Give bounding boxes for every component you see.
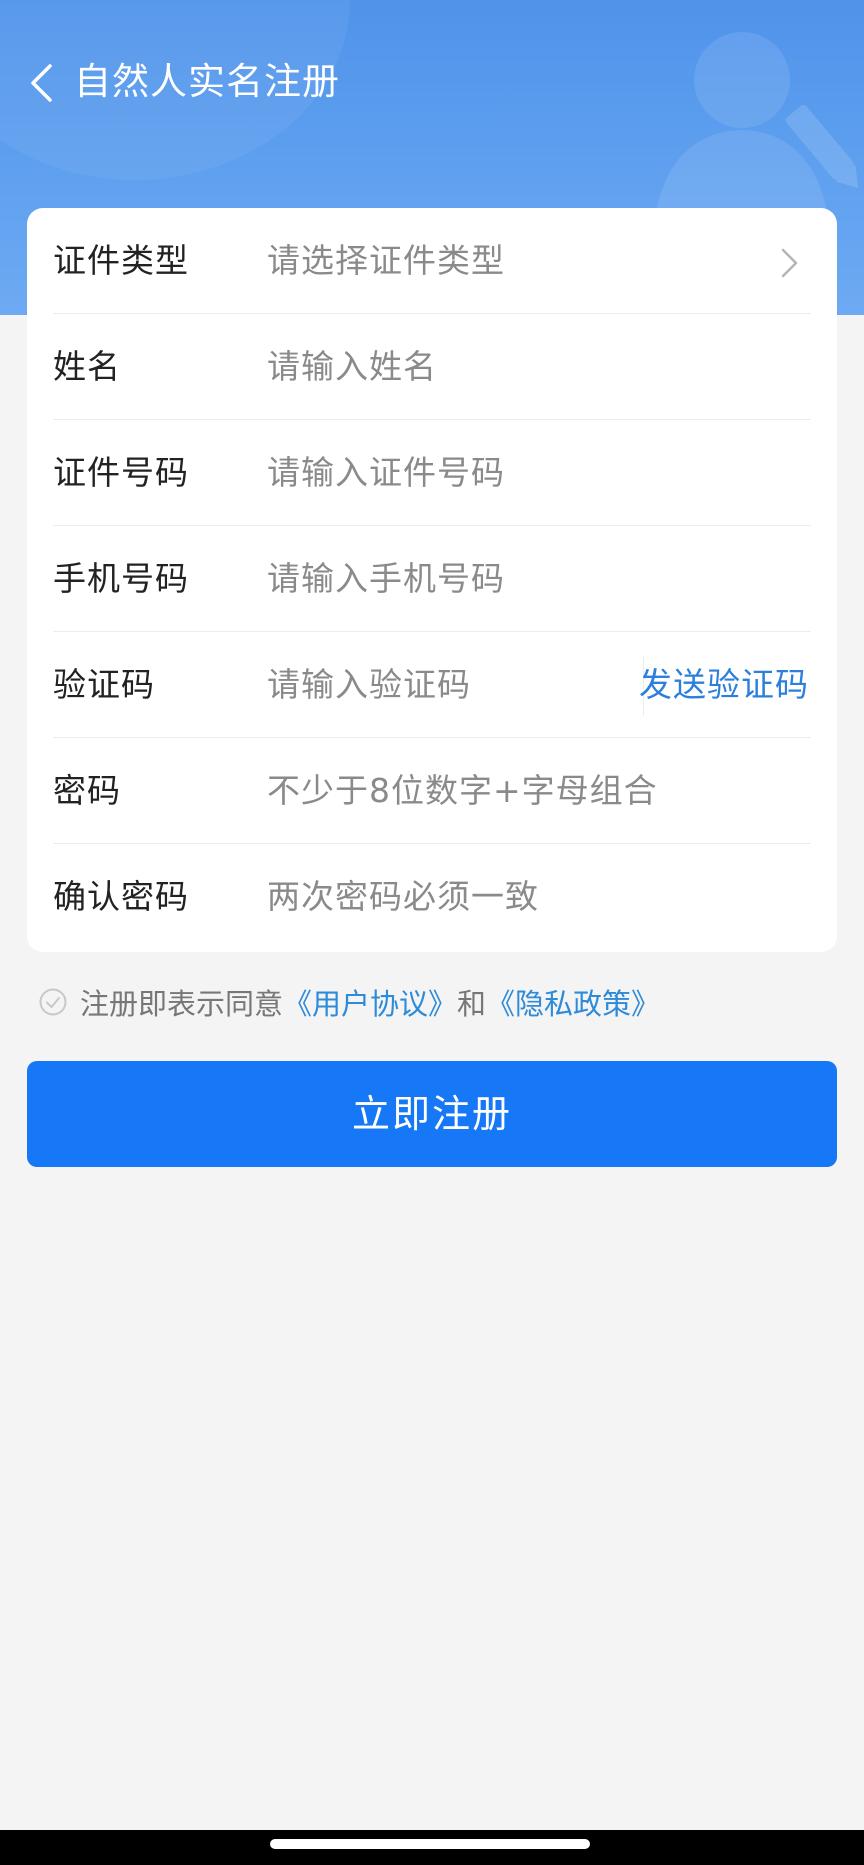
verification-code-label: 验证码	[53, 665, 155, 704]
phone-label: 手机号码	[53, 559, 189, 598]
privacy-policy-link[interactable]: 《隐私政策》	[486, 981, 660, 1023]
name-label: 姓名	[53, 347, 121, 386]
agreement-conjunction: 和	[457, 987, 487, 1021]
user-edit-decoration-icon	[654, 32, 859, 230]
agreement-row: 注册即表示同意 《用户协议》 和 《隐私政策》	[38, 980, 660, 1024]
id-type-label: 证件类型	[53, 241, 189, 280]
home-indicator	[270, 1839, 590, 1849]
phone-input[interactable]	[267, 526, 667, 632]
confirm-password-label: 确认密码	[53, 877, 189, 916]
registration-form: 证件类型 请选择证件类型 姓名 证件号码 手机号码 验证码 发送验证码 密码	[27, 208, 837, 952]
user-agreement-link[interactable]: 《用户协议》	[283, 981, 457, 1023]
page-title: 自然人实名注册	[74, 60, 340, 103]
send-code-button[interactable]: 发送验证码	[639, 632, 809, 738]
chevron-right-icon	[781, 248, 798, 278]
register-page: 自然人实名注册 证件类型 请选择证件类型 姓名 证件号码 手机号码 验证码 发送…	[0, 0, 864, 1865]
check-circle-icon[interactable]	[38, 987, 68, 1017]
name-input[interactable]	[267, 314, 667, 420]
back-button[interactable]	[22, 58, 62, 108]
id-number-input[interactable]	[267, 420, 667, 526]
agreement-prefix: 注册即表示同意	[80, 987, 284, 1021]
phone-row: 手机号码	[53, 526, 811, 632]
confirm-password-input[interactable]	[267, 844, 787, 950]
verification-code-input[interactable]	[267, 632, 627, 738]
id-number-label: 证件号码	[53, 453, 189, 492]
register-button[interactable]: 立即注册	[27, 1061, 837, 1167]
id-type-row[interactable]: 证件类型 请选择证件类型	[53, 208, 811, 314]
password-input[interactable]	[267, 738, 787, 844]
password-label: 密码	[53, 771, 121, 810]
name-row: 姓名	[53, 314, 811, 420]
verification-code-row: 验证码 发送验证码	[53, 632, 811, 738]
password-row: 密码	[53, 738, 811, 844]
confirm-password-row: 确认密码	[53, 844, 811, 950]
id-type-select[interactable]: 请选择证件类型	[267, 208, 667, 314]
id-number-row: 证件号码	[53, 420, 811, 526]
